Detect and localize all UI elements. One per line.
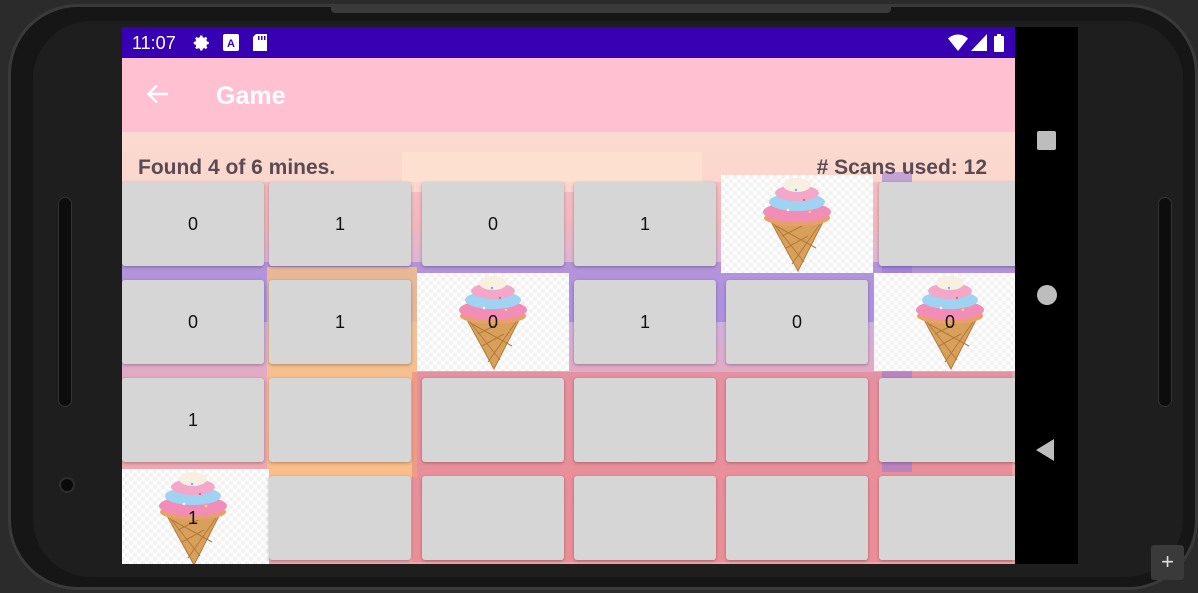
grid-cell[interactable]: 1	[574, 182, 716, 266]
recents-square-icon[interactable]	[1037, 131, 1056, 150]
grid-cell[interactable]	[726, 476, 868, 560]
grid-cell-label: 0	[187, 213, 198, 234]
grid-cell-label: 0	[944, 311, 955, 332]
front-camera	[59, 477, 75, 493]
app-bar: Game	[122, 58, 1015, 132]
grid-cell[interactable]	[574, 378, 716, 462]
back-triangle-icon[interactable]	[1036, 439, 1054, 461]
arrow-left-icon[interactable]	[146, 82, 170, 106]
grid-cell[interactable]	[422, 378, 564, 462]
grid-cell-label: 0	[487, 213, 498, 234]
grid-cell[interactable]	[879, 378, 1015, 462]
status-time: 11:07	[132, 33, 176, 53]
app-title: Game	[216, 82, 286, 110]
grid-cell[interactable]	[574, 476, 716, 560]
grid-cell[interactable]	[422, 476, 564, 560]
grid-cell-label: 0	[791, 311, 802, 332]
device-screen: 11:07 A Game Found 4 of 6 mines. # Scans…	[122, 27, 1015, 564]
grid-cell-label: 1	[187, 409, 198, 430]
grid-cell[interactable]	[726, 378, 868, 462]
grid-cell-mine[interactable]: 1	[122, 469, 269, 564]
grid-cell-label: 1	[639, 311, 650, 332]
phone-top-edge	[331, 7, 891, 13]
svg-text:A: A	[227, 38, 235, 50]
grid-cell-mine[interactable]	[721, 175, 873, 273]
battery-icon	[994, 34, 1004, 52]
game-board-area: Found 4 of 6 mines. # Scans used: 12 010…	[122, 132, 1015, 564]
grid-cell[interactable]: 0	[726, 280, 868, 364]
grid-cell-label: 1	[187, 507, 198, 528]
grid-cell-mine[interactable]: 0	[417, 273, 569, 371]
grid-cell[interactable]: 1	[574, 280, 716, 364]
ice-cream-cone-icon	[763, 178, 831, 272]
right-speaker-grille	[1158, 197, 1172, 407]
android-nav-bar	[1015, 27, 1078, 564]
signal-icon	[971, 34, 987, 51]
grid-cell-label: 0	[487, 311, 498, 332]
grid-cell[interactable]: 1	[269, 280, 411, 364]
emulator-stage: 11:07 A Game Found 4 of 6 mines. # Scans…	[0, 0, 1198, 593]
grid-cell[interactable]: 1	[122, 378, 264, 462]
left-speaker-grille	[58, 197, 72, 407]
sd-card-icon	[253, 34, 267, 51]
status-bar: 11:07 A	[122, 27, 1015, 58]
mines-found-status: Found 4 of 6 mines.	[138, 156, 336, 179]
grid-cell-label: 1	[334, 213, 345, 234]
wifi-icon	[948, 34, 968, 51]
grid-cell[interactable]: 1	[269, 182, 411, 266]
emulator-plus-button[interactable]: +	[1151, 545, 1184, 580]
grid-cell[interactable]	[269, 378, 411, 462]
grid-cell-label: 0	[187, 311, 198, 332]
grid-cell-label: 1	[639, 213, 650, 234]
grid-cell[interactable]: 0	[122, 182, 264, 266]
grid-cell[interactable]: 0	[422, 182, 564, 266]
a-letter-icon: A	[223, 34, 239, 51]
grid-cell-mine[interactable]: 0	[874, 273, 1015, 371]
gear-icon	[193, 35, 209, 51]
home-circle-icon[interactable]	[1037, 285, 1057, 305]
grid-cell[interactable]	[879, 476, 1015, 560]
grid-cell-label: 1	[334, 311, 345, 332]
grid-cell[interactable]	[879, 182, 1015, 266]
grid-cell[interactable]: 0	[122, 280, 264, 364]
grid-cell[interactable]	[269, 476, 411, 560]
